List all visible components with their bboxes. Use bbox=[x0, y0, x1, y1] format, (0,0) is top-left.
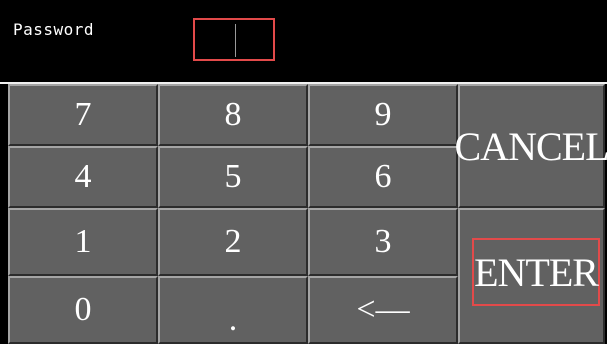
key-0[interactable]: 0 bbox=[8, 276, 158, 344]
backspace-key[interactable]: <— bbox=[308, 276, 458, 344]
password-keypad-screen: Password 7 8 9 4 5 6 1 2 3 0 . <— CANCEL… bbox=[0, 0, 607, 344]
key-8[interactable]: 8 bbox=[158, 84, 308, 146]
key-5[interactable]: 5 bbox=[158, 146, 308, 208]
password-input[interactable] bbox=[195, 20, 273, 59]
enter-key-cell: ENTER bbox=[458, 208, 605, 344]
password-field[interactable] bbox=[193, 18, 275, 61]
decimal-point-key[interactable]: . bbox=[158, 276, 308, 344]
key-4[interactable]: 4 bbox=[8, 146, 158, 208]
key-1[interactable]: 1 bbox=[8, 208, 158, 276]
password-label: Password bbox=[13, 20, 95, 39]
numeric-keypad: 7 8 9 4 5 6 1 2 3 0 . <— CANCEL ENTER bbox=[8, 84, 607, 344]
key-9[interactable]: 9 bbox=[308, 84, 458, 146]
password-header: Password bbox=[0, 0, 607, 84]
key-2[interactable]: 2 bbox=[158, 208, 308, 276]
key-3[interactable]: 3 bbox=[308, 208, 458, 276]
enter-button[interactable]: ENTER bbox=[472, 238, 600, 306]
decimal-point-label: . bbox=[228, 301, 238, 338]
key-6[interactable]: 6 bbox=[308, 146, 458, 208]
key-7[interactable]: 7 bbox=[8, 84, 158, 146]
cancel-button[interactable]: CANCEL bbox=[455, 84, 607, 208]
